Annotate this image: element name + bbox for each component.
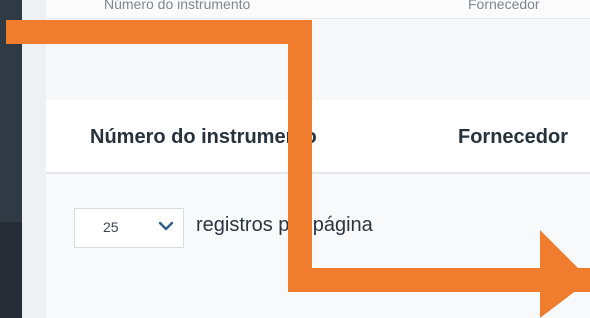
table-header-row: Número do instrumento Fornecedor: [46, 100, 590, 174]
top-partial-strip: Número do instrumento Fornecedor: [46, 0, 590, 19]
top-strip-left-text: Número do instrumento: [104, 0, 251, 12]
chevron-down-icon: [158, 221, 174, 231]
main-content: Número do instrumento Fornecedor Número …: [22, 0, 590, 318]
left-sidebar: [0, 0, 22, 318]
column-header-supplier[interactable]: Fornecedor: [458, 126, 568, 149]
column-header-instrument-number[interactable]: Número do instrumento: [90, 126, 317, 149]
page-size-select[interactable]: 25: [74, 208, 184, 248]
sidebar-bottom-section: [0, 222, 22, 318]
sidebar-top-section: [0, 0, 22, 222]
page-size-label: registros por página: [196, 214, 373, 236]
chevron-down-icon-path: [158, 221, 174, 231]
top-strip-right-text: Fornecedor: [468, 0, 540, 12]
page-size-value: 25: [103, 219, 119, 235]
pagination-controls: 25 registros por página: [46, 196, 590, 260]
panel-gap: [46, 19, 590, 100]
